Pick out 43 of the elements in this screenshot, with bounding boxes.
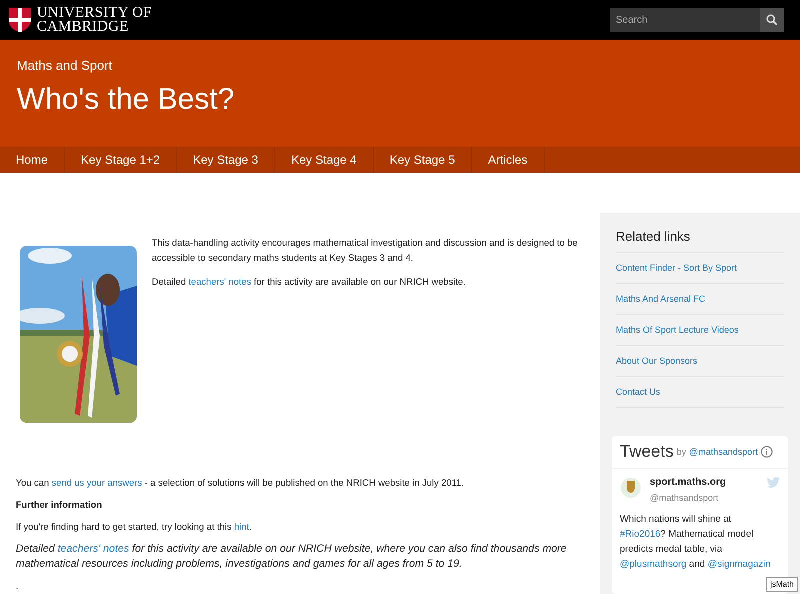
account-handle: @mathsandsport xyxy=(650,493,719,503)
account-name: sport.maths.org xyxy=(650,477,728,488)
related-link[interactable]: Maths Of Sport Lecture Videos xyxy=(616,314,784,345)
section-heading: Further information xyxy=(16,499,104,512)
section-title: Maths and Sport xyxy=(17,58,114,74)
text-link[interactable]: @signmagazin xyxy=(708,559,771,570)
search-button[interactable] xyxy=(760,8,784,32)
paragraph: . xyxy=(16,580,20,593)
related-link[interactable]: Contact Us xyxy=(616,376,784,407)
related-link[interactable]: Content Finder - Sort By Sport xyxy=(616,252,784,283)
nav-link[interactable]: Key Stage 1+2 xyxy=(65,146,178,173)
university-logo-text: UNIVERSITY OF CAMBRIDGE xyxy=(37,6,152,34)
tweet-text: Which nations will shine at #Rio2016? Mathematical model predicts medal table, via @plusmathsorg and @signmagazin xyxy=(620,513,772,572)
bird-icon xyxy=(767,477,780,488)
text-link[interactable]: send us your answers xyxy=(52,478,142,488)
related-link[interactable]: Maths And Arsenal FC xyxy=(616,283,784,314)
avatar-icon xyxy=(620,477,642,499)
text-link[interactable]: teachers' notes xyxy=(58,543,130,555)
handle-link[interactable]: @mathsandsport xyxy=(689,447,758,457)
search-icon xyxy=(766,14,778,26)
text-link[interactable]: teachers' notes xyxy=(188,277,252,287)
nav-link[interactable]: Key Stage 3 xyxy=(177,146,276,173)
by-label: by xyxy=(676,447,686,457)
text-link[interactable]: @plusmathsorg xyxy=(620,559,687,570)
tweets-title: Tweets xyxy=(620,442,674,462)
paragraph: This data-handling activity encourages mathematical investigation and discussion and is designed to be accessible to secondary maths students at Key Stages 3 and 4. xyxy=(152,237,579,265)
sidebar-title: Related links xyxy=(616,229,692,244)
paragraph: Detailed teachers' notes for this activity are available on our NRICH website, where you can also find thousands more mathematical resources including problems, investigations and games for all ages from 5 to 19. xyxy=(16,542,568,572)
nav-link[interactable]: Key Stage 5 xyxy=(374,146,472,173)
paragraph: Detailed teachers' notes for this activity are available on our NRICH website. xyxy=(152,276,467,289)
page-title: Who's the Best? xyxy=(17,83,236,118)
text-link[interactable]: #Rio2016 xyxy=(620,529,661,540)
paragraph: If you're finding hard to get started, try looking at this hint. xyxy=(16,521,253,534)
nav-link[interactable]: Home xyxy=(0,146,66,173)
search-field[interactable]: Search xyxy=(610,8,760,32)
paragraph: You can send us your answers - a selection of solutions will be published on the NRICH website in July 2011. xyxy=(16,477,466,490)
shield-icon xyxy=(8,7,32,34)
nav-link[interactable]: Key Stage 4 xyxy=(275,146,374,173)
jsmath-button[interactable]: jsMath xyxy=(766,577,798,592)
info-icon[interactable] xyxy=(761,446,774,458)
related-link[interactable]: About Our Sponsors xyxy=(616,345,784,376)
nav-link[interactable]: Articles xyxy=(472,146,545,173)
text-link[interactable]: hint xyxy=(234,522,250,532)
